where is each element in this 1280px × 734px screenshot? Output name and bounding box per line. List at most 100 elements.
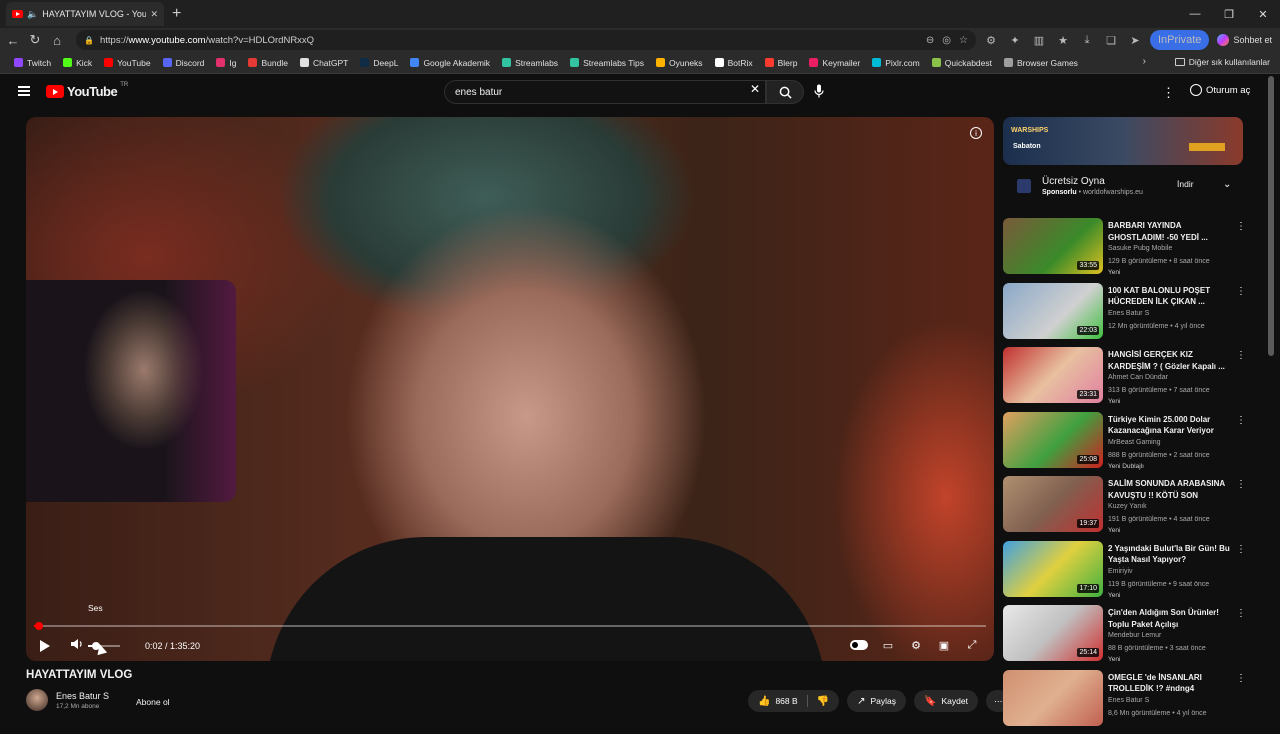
bookmark-streamlabs[interactable]: Streamlabs xyxy=(496,58,564,68)
volume-icon[interactable] xyxy=(70,638,84,652)
recommendation-title[interactable]: 2 Yaşındaki Bulut'la Bir Gün! Bu Yaşta N… xyxy=(1108,543,1230,566)
bookmark-discord[interactable]: Discord xyxy=(157,58,211,68)
recommendation-item[interactable]: 25:08Türkiye Kimin 25.000 Dolar Kazanaca… xyxy=(1003,412,1255,477)
settings-gear-icon[interactable]: ⚙ xyxy=(908,637,924,653)
home-button[interactable]: ⌂ xyxy=(46,29,68,51)
page-scrollbar[interactable] xyxy=(1268,76,1274,356)
chevron-down-icon[interactable]: ⌄ xyxy=(1223,179,1231,190)
bookmark-kick[interactable]: Kick xyxy=(57,58,98,68)
theater-mode-icon[interactable]: ▣ xyxy=(936,637,952,653)
bookmark-twitch[interactable]: Twitch xyxy=(8,58,57,68)
recommendation-item[interactable]: 17:102 Yaşındaki Bulut'la Bir Gün! Bu Ya… xyxy=(1003,541,1255,606)
video-thumbnail[interactable]: 22:03 xyxy=(1003,283,1103,339)
recommendation-channel[interactable]: Enes Batur S xyxy=(1108,697,1149,704)
collections-icon[interactable]: ❏ xyxy=(1102,30,1120,50)
video-thumbnail[interactable]: 19:37 xyxy=(1003,476,1103,532)
recommendation-channel[interactable]: MrBeast Gaming xyxy=(1108,439,1161,446)
tracking-icon[interactable]: ◎ xyxy=(942,35,951,46)
more-options-kebab-icon[interactable]: ⋮ xyxy=(1236,350,1246,361)
other-favorites-folder[interactable]: Diğer sık kullanılanlar xyxy=(1175,57,1270,67)
clear-search-icon[interactable]: ✕ xyxy=(750,82,760,96)
more-options-kebab-icon[interactable]: ⋮ xyxy=(1236,221,1246,232)
extensions-icon[interactable]: ⚙ xyxy=(982,30,1000,50)
bookmark-pixlr-com[interactable]: Pixlr.com xyxy=(866,58,925,68)
recommendation-title[interactable]: SALİM SONUNDA ARABASINA KAVUŞTU !! KÖTÜ … xyxy=(1108,478,1230,501)
new-tab-button[interactable]: + xyxy=(172,5,181,23)
video-thumbnail[interactable]: 33:55 xyxy=(1003,218,1103,274)
more-options-kebab-icon[interactable]: ⋮ xyxy=(1236,673,1246,684)
bookmark-google-akademik[interactable]: Google Akademik xyxy=(404,58,496,68)
recommendation-title[interactable]: OMEGLE 'de İNSANLARI TROLLEDİK !? #ndng4 xyxy=(1108,672,1230,695)
back-button[interactable]: ← xyxy=(2,29,24,51)
share-icon[interactable]: ➤ xyxy=(1126,30,1144,50)
refresh-button[interactable]: ↻ xyxy=(24,29,46,51)
more-options-kebab-icon[interactable]: ⋮ xyxy=(1236,608,1246,619)
bookmark-quickabdest[interactable]: Quickabdest xyxy=(926,58,998,68)
video-player[interactable]: i Ses 0:02 / 1:35:20 ▭ ⚙ ▣ ⤢ xyxy=(26,117,994,661)
bookmark-chatgpt[interactable]: ChatGPT xyxy=(294,58,354,68)
share-button[interactable]: ↗ Paylaş xyxy=(847,690,906,712)
bookmark-browser-games[interactable]: Browser Games xyxy=(998,58,1084,68)
recommendation-channel[interactable]: Emiriyiv xyxy=(1108,568,1133,575)
bookmark-deepl[interactable]: DeepL xyxy=(354,58,404,68)
recommendation-item[interactable]: OMEGLE 'de İNSANLARI TROLLEDİK !? #ndng4… xyxy=(1003,670,1255,734)
bookmark-bundle[interactable]: Bundle xyxy=(242,58,293,68)
recommendation-title[interactable]: HANGİSİ GERÇEK KIZ KARDEŞİM ? ( Gözler K… xyxy=(1108,349,1230,372)
fullscreen-icon[interactable]: ⤢ xyxy=(964,637,980,653)
recommendation-title[interactable]: BARBARI YAYINDA GHOSTLADIM! -50 YEDİ ... xyxy=(1108,220,1230,243)
sidebar-ad[interactable]: WARSHIPS Sabaton Ücretsiz Oyna Sponsorlu… xyxy=(1003,117,1243,207)
channel-name[interactable]: Enes Batur S xyxy=(56,691,109,701)
info-icon[interactable]: i xyxy=(970,127,982,139)
youtube-logo[interactable]: YouTube TR xyxy=(46,84,128,99)
minimize-button[interactable]: — xyxy=(1178,0,1212,28)
search-button[interactable] xyxy=(766,80,804,104)
bookmark-blerp[interactable]: Blerp xyxy=(759,58,804,68)
copilot-chat-button[interactable]: Sohbet et xyxy=(1217,34,1272,46)
bookmarks-overflow-chevron-icon[interactable]: › xyxy=(1143,56,1146,67)
recommendation-title[interactable]: Türkiye Kimin 25.000 Dolar Kazanacağına … xyxy=(1108,414,1230,437)
recommendation-item[interactable]: 19:37SALİM SONUNDA ARABASINA KAVUŞTU !! … xyxy=(1003,476,1255,541)
speaker-icon[interactable]: 🔈 xyxy=(27,9,38,20)
recommendation-channel[interactable]: Sasuke Pubg Mobile xyxy=(1108,245,1172,252)
microphone-icon[interactable] xyxy=(814,84,834,104)
bookmark-streamlabs-tips[interactable]: Streamlabs Tips xyxy=(564,58,650,68)
ad-title[interactable]: Ücretsiz Oyna xyxy=(1042,176,1105,187)
more-options-kebab-icon[interactable]: ⋮ xyxy=(1236,286,1246,297)
inprivate-badge[interactable]: InPrivate xyxy=(1150,30,1209,50)
recommendation-item[interactable]: 25:14Çin'den Aldığım Son Ürünler! Toplu … xyxy=(1003,605,1255,670)
close-window-button[interactable]: ✕ xyxy=(1246,0,1280,28)
search-input[interactable]: enes batur xyxy=(444,80,766,104)
more-options-kebab-icon[interactable]: ⋮ xyxy=(1236,479,1246,490)
browser-tab[interactable]: 🔈 HAYATTAYIM VLOG - YouTube ✕ xyxy=(6,2,164,26)
settings-kebab-icon[interactable]: ⋮ xyxy=(1162,85,1175,101)
recommendation-item[interactable]: 33:55BARBARI YAYINDA GHOSTLADIM! -50 YED… xyxy=(1003,218,1255,283)
address-bar[interactable]: 🔒 https://www.youtube.com/watch?v=HDLOrd… xyxy=(76,30,976,50)
video-thumbnail[interactable]: 25:14 xyxy=(1003,605,1103,661)
progress-scrubber[interactable] xyxy=(35,622,43,630)
puzzle-icon[interactable]: ✦ xyxy=(1006,30,1024,50)
split-screen-icon[interactable]: ▥ xyxy=(1030,30,1048,50)
favorites-icon[interactable]: ★ xyxy=(1054,30,1072,50)
bookmark-oyuneks[interactable]: Oyuneks xyxy=(650,58,709,68)
video-thumbnail[interactable]: 25:08 xyxy=(1003,412,1103,468)
ad-banner[interactable]: WARSHIPS Sabaton xyxy=(1003,117,1243,165)
ad-download-button[interactable]: İndir xyxy=(1177,179,1194,189)
recommendation-channel[interactable]: Ahmet Can Dündar xyxy=(1108,374,1168,381)
signin-button[interactable]: Oturum aç xyxy=(1190,84,1250,96)
progress-bar[interactable] xyxy=(34,625,986,627)
play-button[interactable] xyxy=(40,640,50,652)
thumbs-down-icon[interactable]: 👎 xyxy=(817,696,829,707)
save-button[interactable]: 🔖 Kaydet xyxy=(914,690,978,712)
autoplay-toggle[interactable] xyxy=(850,640,868,650)
favorite-star-icon[interactable]: ☆ xyxy=(959,35,968,46)
bookmark-keymailer[interactable]: Keymailer xyxy=(803,58,866,68)
more-options-kebab-icon[interactable]: ⋮ xyxy=(1236,415,1246,426)
bookmark-botrix[interactable]: BotRix xyxy=(709,58,759,68)
recommendation-title[interactable]: 100 KAT BALONLU POŞET HÜCREDEN İLK ÇIKAN… xyxy=(1108,285,1230,308)
recommendation-channel[interactable]: Enes Batur S xyxy=(1108,310,1149,317)
subscribe-button[interactable]: Abone ol xyxy=(136,697,170,707)
zoom-icon[interactable]: ⊖ xyxy=(926,35,934,46)
recommendation-item[interactable]: 22:03100 KAT BALONLU POŞET HÜCREDEN İLK … xyxy=(1003,283,1255,348)
video-thumbnail[interactable]: 17:10 xyxy=(1003,541,1103,597)
channel-avatar[interactable] xyxy=(26,689,48,711)
